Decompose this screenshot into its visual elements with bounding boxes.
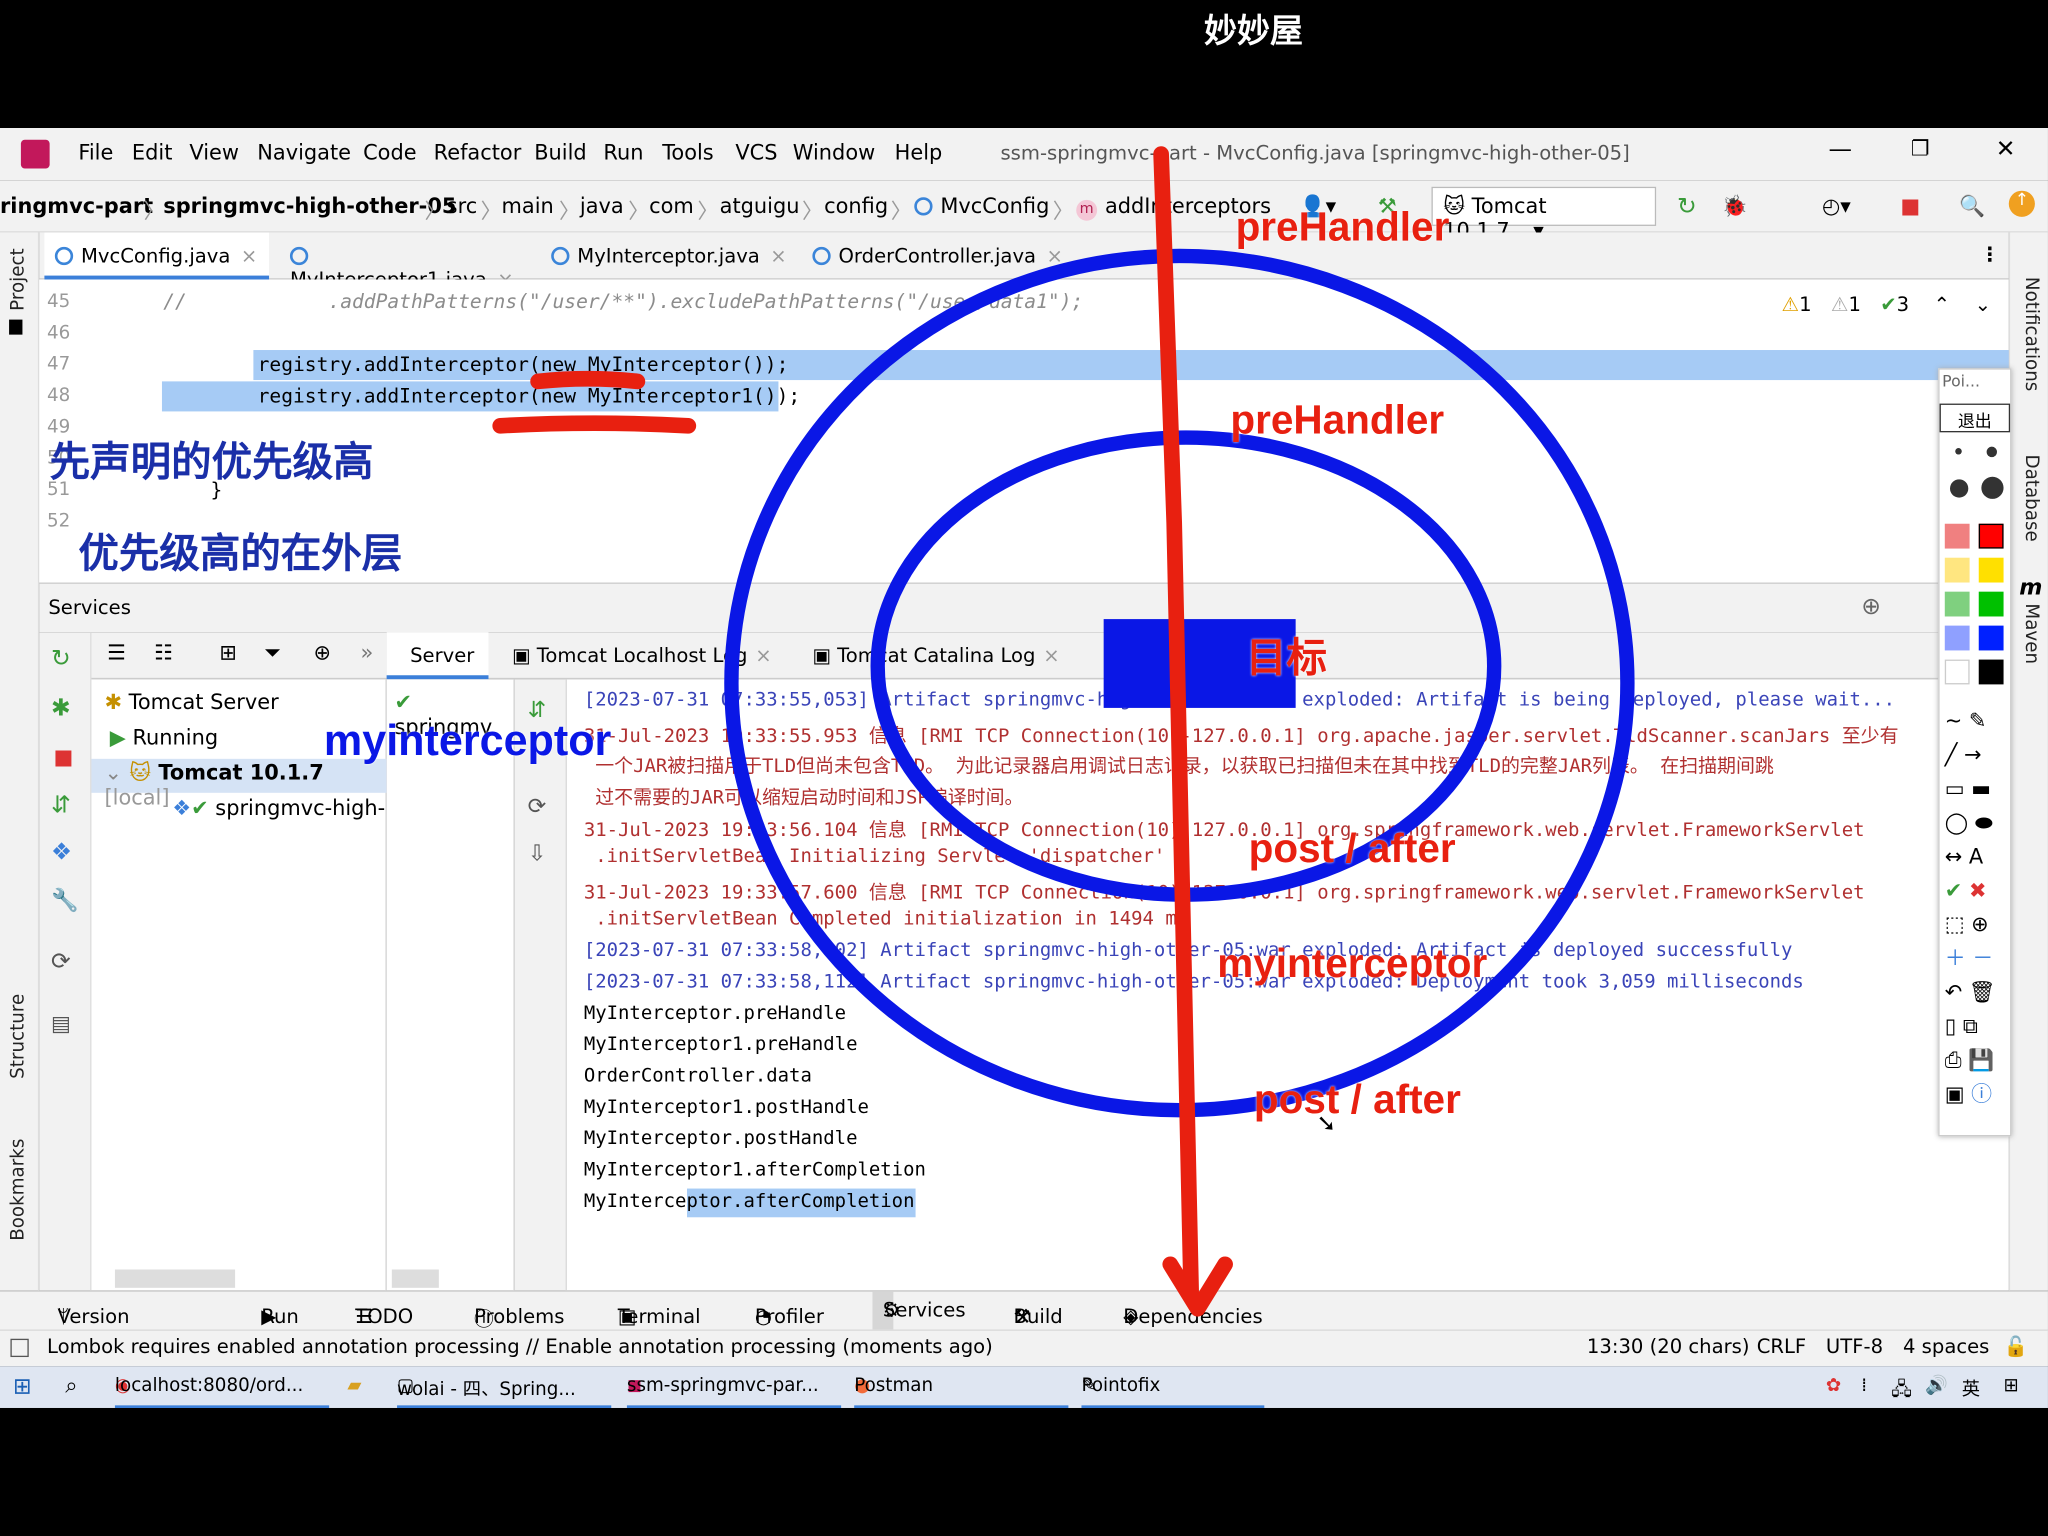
note-declaration-order: 先声明的优先级高 (49, 438, 374, 486)
underline-annotation (492, 415, 697, 434)
underline-annotation (530, 370, 646, 390)
label-inner-prehandler: preHandler (1230, 397, 1445, 443)
label-myinterceptor-outer: myinterceptor (323, 715, 612, 765)
flow-arrow-annotation (1153, 146, 1199, 1301)
label-target: 目标 (1246, 634, 1327, 682)
note-outer-layer: 优先级高的在外层 (78, 530, 403, 578)
annotation-overlay (492, 146, 1635, 1317)
mouse-cursor-icon: ➘ (1316, 1110, 1337, 1138)
ide-window: File Edit View Navigate Code Refactor Bu… (0, 0, 2048, 1536)
label-inner-post-after: post / after (1248, 825, 1456, 872)
label-outer-post-after: post / after (1253, 1076, 1461, 1122)
label-myinterceptor-inner: myinterceptor (1217, 940, 1488, 987)
screen: 妙妙屋 File Edit View Navigate Code Refacto… (0, 0, 2048, 1536)
label-outer-prehandler: preHandler (1235, 203, 1450, 250)
